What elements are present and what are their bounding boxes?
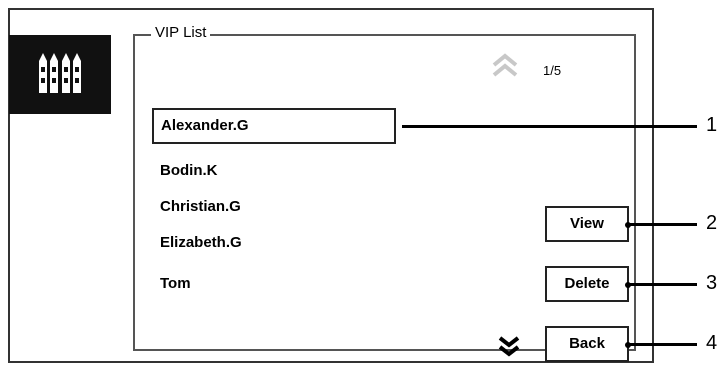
list-item[interactable]: Bodin.K bbox=[160, 162, 218, 180]
page-indicator: 1/5 bbox=[543, 63, 562, 78]
side-tile[interactable] bbox=[9, 35, 111, 114]
callout-line-2 bbox=[628, 223, 697, 226]
list-item[interactable]: Christian.G bbox=[160, 198, 241, 216]
gate-icon bbox=[39, 53, 81, 93]
callout-line-1 bbox=[402, 125, 697, 128]
list-item-selected[interactable]: Alexander.G bbox=[152, 108, 396, 144]
list-item[interactable]: Tom bbox=[160, 275, 191, 293]
list-item[interactable]: Elizabeth.G bbox=[160, 234, 242, 252]
callout-number-3: 3 bbox=[706, 272, 718, 294]
callout-number-4: 4 bbox=[706, 332, 718, 354]
delete-button[interactable]: Delete bbox=[545, 266, 629, 302]
callout-line-3 bbox=[628, 283, 697, 286]
view-button[interactable]: View bbox=[545, 206, 629, 242]
back-button[interactable]: Back bbox=[545, 326, 629, 362]
callout-number-2: 2 bbox=[706, 212, 718, 234]
callout-line-4 bbox=[628, 343, 697, 346]
double-chevron-down-icon[interactable] bbox=[497, 334, 521, 358]
double-chevron-up-icon[interactable] bbox=[490, 53, 520, 79]
vip-list-panel bbox=[133, 34, 636, 351]
callout-number-1: 1 bbox=[706, 114, 718, 136]
panel-title: VIP List bbox=[151, 24, 211, 42]
